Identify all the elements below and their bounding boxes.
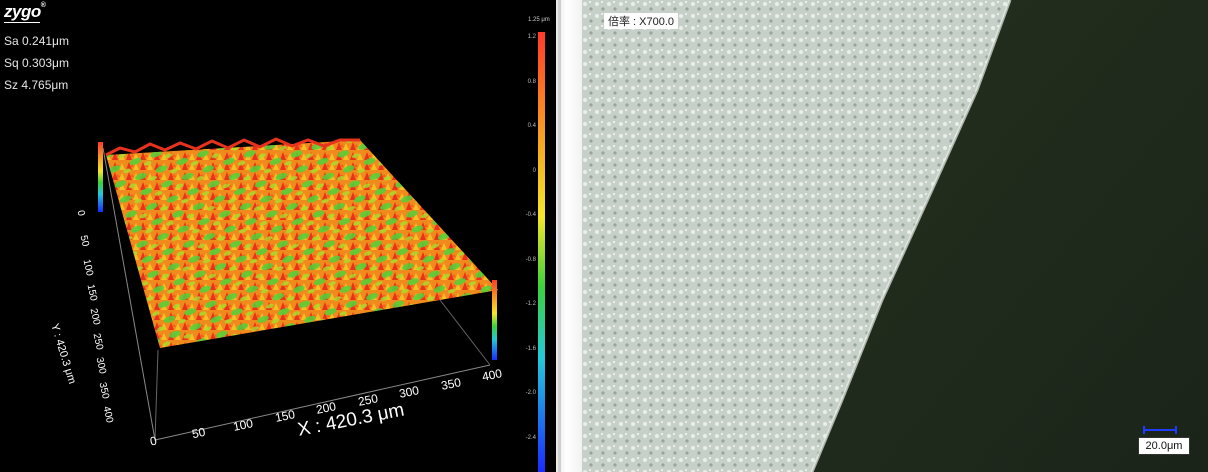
magnification-label: 倍率 : X700.0	[604, 13, 679, 29]
panel-divider	[556, 0, 582, 472]
corner-colorbar-left	[98, 142, 103, 212]
colorbar	[538, 32, 545, 472]
x-tick-label: 50	[190, 424, 207, 441]
colorbar-tick: -0.4	[525, 212, 536, 218]
colorbar-tick: -2.4	[525, 434, 536, 441]
colorbar-tick: -0.8	[525, 256, 536, 263]
scale-bar-label: 20.0μm	[1138, 437, 1190, 455]
scale-bar	[1143, 426, 1177, 434]
corner-colorbar-right	[492, 280, 497, 360]
colorbar-tick: 0.4	[527, 123, 536, 129]
colorbar-tick: -2.0	[525, 390, 536, 396]
colorbar-tick: -1.6	[525, 345, 536, 352]
micrograph-image	[582, 0, 1208, 472]
colorbar-tick: 0	[532, 167, 536, 174]
micrograph-panel: 倍率 : X700.0 20.0μm	[582, 0, 1208, 472]
surface-3d-panel: zygo® Sa 0.241μm Sq 0.303μm Sz 4.765μm 1…	[0, 0, 556, 472]
colorbar-tick: -1.2	[525, 301, 536, 307]
colorbar-title: 1.25 μm	[528, 17, 550, 23]
colorbar-tick: 0.8	[527, 78, 536, 85]
colorbar-tick: 1.2	[527, 34, 536, 40]
